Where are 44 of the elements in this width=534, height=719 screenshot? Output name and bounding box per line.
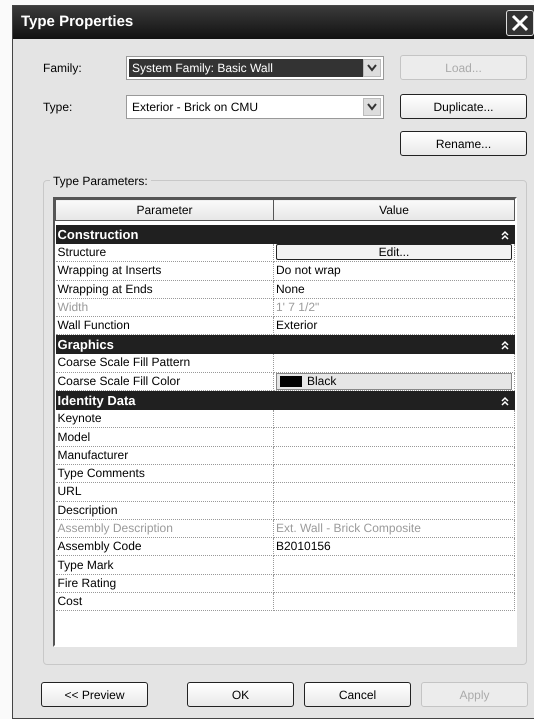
field-label: Family: xyxy=(43,60,83,76)
table-cell: Structure xyxy=(56,244,274,262)
table-cell: Width xyxy=(56,298,274,317)
table-cell: Model xyxy=(56,428,274,446)
table-cell: Keynote xyxy=(56,410,274,428)
table-cell: URL xyxy=(56,482,274,502)
column-header: Parameter xyxy=(56,200,274,220)
table-cell: Ext. Wall - Brick Composite xyxy=(276,521,421,535)
collapse-icon[interactable] xyxy=(500,395,508,408)
group-header[interactable]: Construction xyxy=(56,224,514,244)
collapse-icon[interactable] xyxy=(500,228,508,240)
table-cell: Do not wrap xyxy=(276,263,341,278)
table-cell: Description xyxy=(56,501,274,520)
table-cell: Type Mark xyxy=(56,556,274,574)
table-cell: Fire Rating xyxy=(56,574,274,593)
group-header[interactable]: Identity Data xyxy=(56,390,514,410)
table-cell: Exterior xyxy=(276,318,318,332)
close-icon xyxy=(511,14,529,32)
button[interactable]: OK xyxy=(187,682,294,707)
table-cell: None xyxy=(276,282,305,296)
button[interactable]: Cancel xyxy=(304,682,411,707)
field-label: Type: xyxy=(43,98,74,116)
group-header[interactable]: Graphics xyxy=(56,334,514,354)
column-header: Value xyxy=(274,200,514,220)
edit-button[interactable]: Edit... xyxy=(276,244,512,260)
table-cell: Wrapping at Inserts xyxy=(56,262,274,280)
table-cell: Manufacturer xyxy=(56,446,274,464)
table-cell: Wrapping at Ends xyxy=(56,280,274,298)
close-button[interactable] xyxy=(506,10,534,36)
table-cell: Assembly Code xyxy=(56,538,274,556)
color-button[interactable]: Black xyxy=(276,372,512,390)
table-cell: Assembly Description xyxy=(56,519,274,538)
table-cell: Cost xyxy=(56,592,274,611)
table-cell: B2010156 xyxy=(276,539,331,554)
collapse-icon[interactable] xyxy=(500,339,508,352)
table-cell: Type Comments xyxy=(56,464,274,483)
button[interactable]: << Preview xyxy=(41,682,148,707)
button[interactable]: Duplicate... xyxy=(400,94,527,119)
table-cell: Coarse Scale Fill Pattern xyxy=(56,354,274,372)
window-title: Type Properties xyxy=(21,12,134,32)
dropdown-field[interactable]: Exterior - Brick on CMU xyxy=(126,94,384,118)
button[interactable]: Rename... xyxy=(400,131,527,156)
table-cell: 1' 7 1/2" xyxy=(276,300,320,314)
dropdown-field[interactable]: System Family: Basic Wall xyxy=(126,56,384,80)
